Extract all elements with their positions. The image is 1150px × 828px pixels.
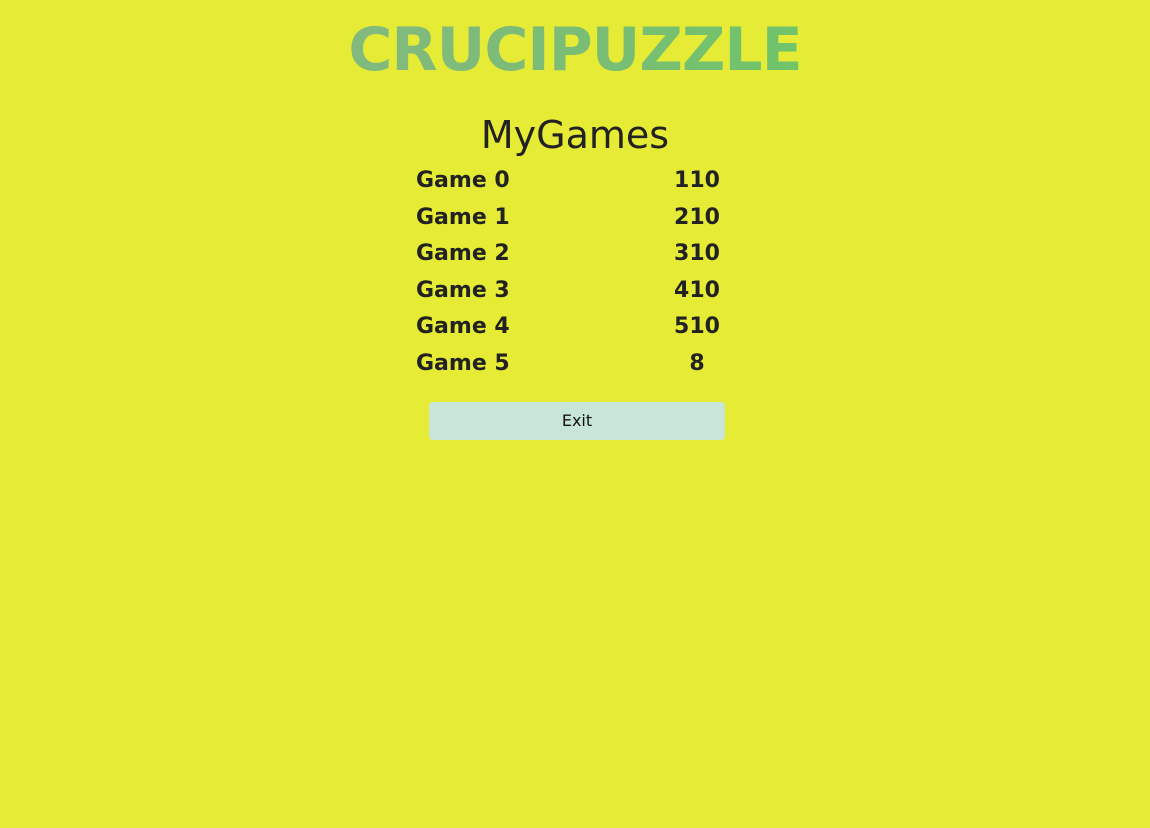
exit-button[interactable]: Exit [429, 402, 725, 440]
page: CRUCIPUZZLE MyGames Game 0 110 Game 1 21… [0, 0, 1150, 828]
list-item[interactable]: Game 1 210 [400, 200, 740, 237]
app-logo: CRUCIPUZZLE [0, 14, 1150, 86]
game-name: Game 4 [416, 314, 510, 340]
game-score: 8 [689, 350, 705, 376]
game-name: Game 1 [416, 204, 510, 230]
list-item[interactable]: Game 4 510 [400, 309, 740, 346]
list-item[interactable]: Game 0 110 [400, 163, 740, 200]
page-title: MyGames [480, 113, 670, 157]
game-score: 410 [674, 277, 720, 303]
game-score: 510 [674, 314, 720, 340]
game-name: Game 3 [416, 277, 510, 303]
list-item[interactable]: Game 3 410 [400, 273, 740, 310]
game-score: 310 [674, 241, 720, 267]
game-name: Game 0 [416, 168, 510, 193]
game-name: Game 5 [416, 350, 510, 376]
list-item[interactable]: Game 5 8 [400, 346, 740, 383]
game-score: 110 [674, 168, 720, 193]
games-list: Game 0 110 Game 1 210 Game 2 310 Game 3 … [400, 163, 740, 383]
game-name: Game 2 [416, 241, 510, 267]
list-item[interactable]: Game 2 310 [400, 236, 740, 273]
game-score: 210 [674, 204, 720, 230]
